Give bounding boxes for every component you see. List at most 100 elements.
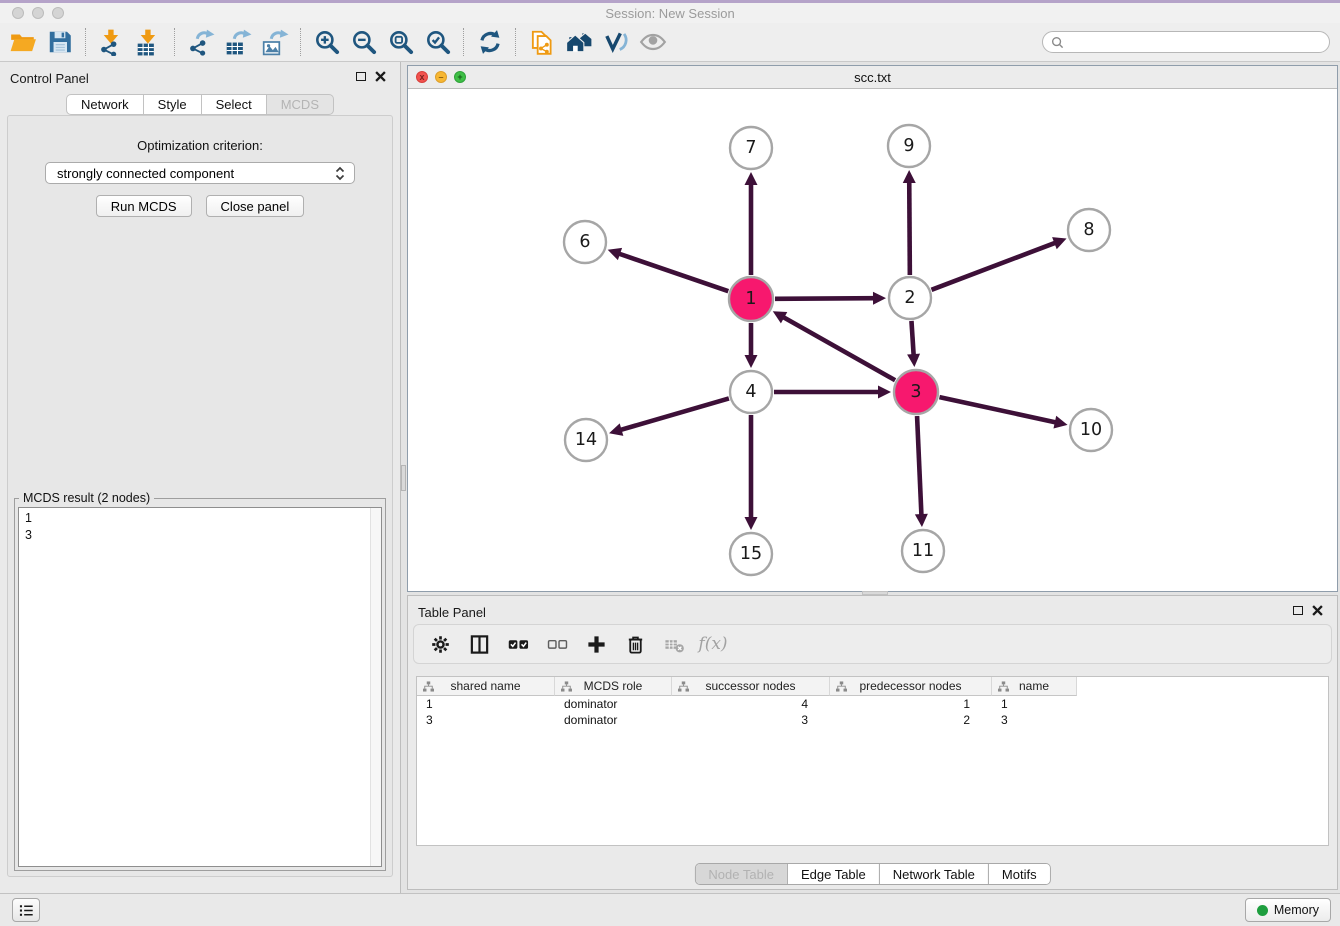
graph-edge-1-6[interactable]: [618, 253, 728, 291]
deselect-checkboxes-icon[interactable]: [545, 632, 569, 656]
dropdown-stepper-icon: [332, 165, 348, 182]
zoom-in-icon[interactable]: [308, 25, 345, 59]
node-table-body: 1dominator4113dominator323: [417, 696, 1328, 728]
zoom-fit-icon[interactable]: [382, 25, 419, 59]
right-column: x – + scc.txt 7968124314101511 Table Pan…: [406, 62, 1340, 893]
search-icon: [1051, 36, 1064, 49]
table-row-2[interactable]: 3dominator323: [417, 712, 1328, 728]
column-header-successor-nodes[interactable]: successor nodes: [672, 677, 830, 696]
graph-edge-arrow-4-3: [878, 386, 891, 399]
mcds-result-text[interactable]: 1 3: [18, 507, 382, 867]
mcds-panel: Optimization criterion: strongly connect…: [7, 115, 393, 877]
eye-icon: [634, 25, 671, 59]
network-canvas[interactable]: 7968124314101511: [408, 90, 1337, 591]
network-minimize-icon[interactable]: –: [435, 71, 447, 83]
float-table-panel-icon[interactable]: [1293, 606, 1303, 615]
column-header-shared-name[interactable]: shared name: [417, 677, 555, 696]
zoom-selected-icon[interactable]: [419, 25, 456, 59]
graph-edge-arrow-2-3: [907, 354, 920, 367]
export-network-icon[interactable]: [182, 25, 219, 59]
add-column-icon[interactable]: [584, 632, 608, 656]
network-view-window: x – + scc.txt 7968124314101511: [407, 65, 1338, 592]
import-network-icon[interactable]: [93, 25, 130, 59]
close-table-panel-icon[interactable]: [1312, 605, 1323, 616]
list-icon: [18, 902, 35, 919]
result-scrollbar[interactable]: [370, 508, 381, 866]
toolbar-separator: [463, 28, 464, 56]
graph-edge-arrow-3-10: [1053, 416, 1067, 429]
graph-node-label-6: 6: [579, 232, 590, 252]
graph-edge-3-1[interactable]: [782, 317, 895, 381]
graph-node-label-9: 9: [903, 136, 914, 156]
export-image-icon[interactable]: [256, 25, 293, 59]
graph-edge-2-8[interactable]: [932, 242, 1057, 289]
table-toolbar: f(x): [413, 624, 1332, 664]
network-maximize-icon[interactable]: +: [454, 71, 466, 83]
graph-node-label-4: 4: [745, 382, 756, 402]
close-panel-button[interactable]: Close panel: [206, 195, 305, 217]
task-history-button[interactable]: [12, 898, 40, 922]
tab-network[interactable]: Network: [66, 94, 144, 115]
tab-style[interactable]: Style: [144, 94, 202, 115]
memory-status-icon: [1257, 905, 1268, 916]
graph-edge-3-10[interactable]: [939, 397, 1056, 422]
cell-name: 1: [992, 696, 1077, 712]
run-mcds-button[interactable]: Run MCDS: [96, 195, 192, 217]
graph-node-label-3: 3: [910, 382, 921, 402]
search-input[interactable]: [1069, 35, 1321, 49]
trash-icon[interactable]: [623, 632, 647, 656]
horizontal-splitter-grip[interactable]: [862, 591, 888, 595]
network-graph[interactable]: 7968124314101511: [408, 90, 1337, 591]
graph-node-label-2: 2: [904, 288, 915, 308]
open-folder-icon[interactable]: [4, 25, 41, 59]
gear-icon[interactable]: [428, 632, 452, 656]
cell-shared-name: 3: [417, 712, 555, 728]
tab-select[interactable]: Select: [202, 94, 267, 115]
tab-edge-table[interactable]: Edge Table: [787, 864, 879, 884]
column-header-MCDS-role[interactable]: MCDS role: [555, 677, 672, 696]
graph-edge-2-3[interactable]: [911, 321, 913, 356]
close-panel-icon[interactable]: [375, 71, 386, 82]
graph-edge-2-9[interactable]: [909, 181, 910, 275]
graph-edge-1-2[interactable]: [775, 298, 875, 299]
tab-network-table[interactable]: Network Table: [879, 864, 988, 884]
zoom-out-icon[interactable]: [345, 25, 382, 59]
refresh-icon[interactable]: [471, 25, 508, 59]
vizmapper-icon[interactable]: [597, 25, 634, 59]
memory-button-label: Memory: [1274, 903, 1319, 917]
network-window-title: scc.txt: [408, 70, 1337, 85]
graph-edge-arrow-4-14: [609, 423, 623, 435]
graph-edge-3-11[interactable]: [917, 416, 921, 516]
home-icon[interactable]: [560, 25, 597, 59]
toolbar-separator: [85, 28, 86, 56]
graph-node-label-10: 10: [1080, 420, 1102, 440]
network-document-icon[interactable]: [523, 25, 560, 59]
table-row-1[interactable]: 1dominator411: [417, 696, 1328, 712]
cell-predecessor-nodes: 2: [830, 712, 992, 728]
column-header-predecessor-nodes[interactable]: predecessor nodes: [830, 677, 992, 696]
import-table-icon[interactable]: [130, 25, 167, 59]
window-titlebar: Session: New Session: [0, 3, 1340, 23]
graph-edge-4-14[interactable]: [620, 398, 729, 430]
main-toolbar-icons: [4, 25, 671, 59]
network-close-icon[interactable]: x: [416, 71, 428, 83]
graph-edge-arrow-4-15: [745, 517, 758, 530]
graph-edge-arrow-1-7: [745, 172, 758, 185]
control-panel-tabs: NetworkStyleSelectMCDS: [0, 94, 400, 115]
search-box[interactable]: [1042, 31, 1330, 53]
memory-button[interactable]: Memory: [1245, 898, 1331, 922]
tab-motifs[interactable]: Motifs: [988, 864, 1050, 884]
tab-node-table[interactable]: Node Table: [695, 864, 787, 884]
column-header-name[interactable]: name: [992, 677, 1077, 696]
tab-mcds[interactable]: MCDS: [267, 94, 334, 115]
save-icon[interactable]: [41, 25, 78, 59]
toolbar-separator: [300, 28, 301, 56]
graph-edge-arrow-1-6: [608, 248, 622, 260]
criterion-dropdown[interactable]: strongly connected component: [45, 162, 355, 184]
graph-node-label-11: 11: [912, 541, 934, 561]
split-columns-icon[interactable]: [467, 632, 491, 656]
optimization-criterion-label: Optimization criterion:: [8, 138, 392, 153]
select-all-checkboxes-icon[interactable]: [506, 632, 530, 656]
export-table-icon[interactable]: [219, 25, 256, 59]
float-panel-icon[interactable]: [356, 72, 366, 81]
